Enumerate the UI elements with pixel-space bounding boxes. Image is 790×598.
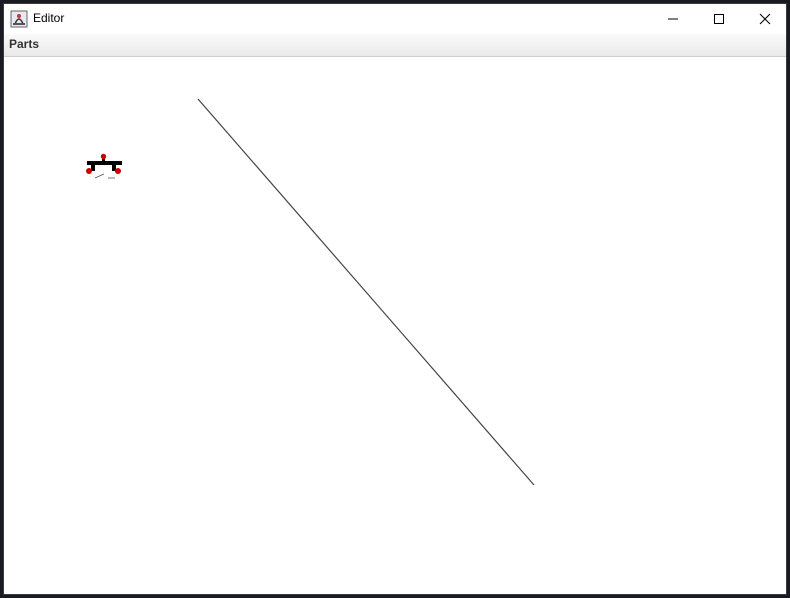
minimize-button[interactable] — [650, 4, 696, 34]
maximize-icon — [714, 14, 724, 24]
editor-canvas[interactable] — [4, 57, 786, 594]
title-bar[interactable]: Editor — [4, 4, 786, 34]
menu-bar: Parts — [4, 34, 786, 57]
editor-window: Editor Parts — [3, 3, 787, 595]
switch-terminal-right[interactable] — [115, 168, 121, 174]
maximize-button[interactable] — [696, 4, 742, 34]
wire-line[interactable] — [197, 98, 535, 486]
window-title: Editor — [33, 11, 65, 25]
close-button[interactable] — [742, 4, 788, 34]
switch-contact-left — [94, 173, 105, 179]
switch-terminal-top[interactable] — [100, 153, 107, 160]
minimize-icon — [668, 18, 678, 20]
close-icon — [759, 13, 771, 25]
circuit-part-switch[interactable] — [86, 153, 122, 179]
menu-parts[interactable]: Parts — [9, 37, 39, 51]
java-app-icon — [10, 10, 28, 28]
switch-terminal-left[interactable] — [86, 168, 92, 174]
